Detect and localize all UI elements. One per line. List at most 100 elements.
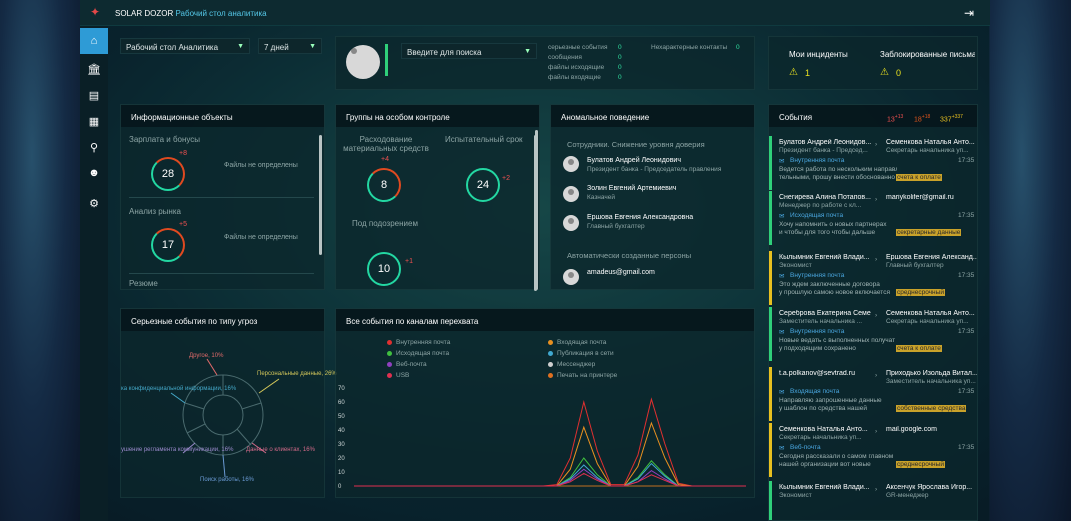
stat-value: 0 [618,74,622,81]
event-item[interactable]: Снегирева Алина Потапов... Менеджер по ра… [769,191,977,245]
solar-logo-icon: ✦ [90,5,101,19]
event-item[interactable]: Сереброва Екатерина Семе... Заместитель н… [769,307,977,361]
event-highlight: среднесрочный [896,289,945,296]
donut-spoke [184,402,205,410]
legend-item[interactable]: USB [387,372,409,379]
event-description: Новые ведать с выполненных получат [779,337,896,344]
group-name[interactable]: Под подозрением [352,219,418,228]
donut-spoke [236,428,252,446]
info-object-name[interactable]: Зарплата и бонусы [129,135,200,144]
logout-icon[interactable]: ⇥ [964,6,974,20]
event-sender-role: Президент банка - Председ... [779,147,868,154]
id-card-icon[interactable]: ▤ [80,82,108,108]
section-title: Автоматически созданные персоны [567,251,692,260]
legend-item[interactable]: Веб-почта [387,361,427,368]
event-time: 17:35 [958,444,975,451]
spy-icon[interactable]: ☻ [80,160,108,186]
person-name[interactable]: Булатов Андрей Леонидович [587,157,681,164]
scrollbar[interactable] [535,130,538,290]
product-name: SOLAR DOZOR [115,9,174,18]
arrow-icon: › [875,486,878,493]
event-item[interactable]: Кылымник Евгений Влади... Экономист Ершова… [769,251,978,305]
top-bar: ✦ SOLAR DOZOR Рабочий стол аналитика ⇥ [80,0,990,26]
delta: +4 [381,156,389,163]
event-item[interactable]: Булатов Андрей Леонидов... Президент банк… [769,136,977,190]
donut-spoke [241,402,262,410]
stat-label: файлы исходящие [548,64,605,71]
divider [129,273,314,274]
legend-item[interactable]: Мессенджер [548,361,595,368]
group-name[interactable]: Расходование материальных средств [342,135,430,153]
event-channel: Внутренняя почта [790,328,845,335]
event-item[interactable]: t.a.polkanov@sevtrad.ru Приходько Изольда… [769,367,977,421]
info-object-name[interactable]: Анализ рынка [129,207,181,216]
info-object-name[interactable]: Резюме [129,279,158,288]
search-panel: Введите для поиска серьезные события 0 с… [335,36,755,90]
divider [129,197,314,198]
y-tick-label: 50 [338,414,345,420]
legend-item[interactable]: Внутренняя почта [387,339,450,346]
threat-label: Поиск работы, 16% [200,477,255,483]
legend-item[interactable]: Публикация в сети [548,350,614,357]
event-time: 17:35 [958,388,975,395]
threats-donut-chart [170,358,280,478]
search-input[interactable]: Введите для поиска [401,43,537,59]
settings-icon[interactable]: ⚙ [80,190,108,216]
panel-title: Аномальное поведение [551,105,754,127]
person-role: Президент банка - Председатель правления [587,166,722,173]
arrow-icon: › [875,196,878,203]
event-time: 17:35 [958,212,975,219]
legend-item[interactable]: Исходящая почта [387,350,449,357]
series-line [354,421,746,487]
event-description: Направляю запрошенные данные [779,397,882,404]
legend-dot [548,361,553,367]
event-badge-red[interactable]: 13+13 [887,114,903,123]
event-sender: Кылымник Евгений Влади... [779,254,870,261]
scrollbar[interactable] [319,135,322,255]
right-background [989,0,1071,521]
uncharacteristic-value: 0 [736,44,740,51]
legend-item[interactable]: Печать на принтере [548,372,617,379]
info-object-gauge: 17 [151,228,185,262]
person-name[interactable]: Золин Евгений Артемиевич [587,185,676,192]
auto-person[interactable]: amadeus@gmail.com [587,269,655,276]
legend-item[interactable]: Входящая почта [548,339,606,346]
y-tick-label: 60 [338,400,345,406]
legend-dot [548,339,553,345]
event-item[interactable]: Кылымник Евгений Влади... Экономист Аксенч… [769,481,977,520]
home-icon[interactable]: ⌂ [80,28,108,54]
badge-value: 13 [887,116,895,124]
mail-icon: ✉ [779,329,785,336]
person-name[interactable]: Ершова Евгения Александровна [587,214,693,221]
event-sender-role: Секретарь начальника уп... [779,434,862,441]
blocked-mail-label[interactable]: Заблокированные письма [880,50,975,59]
stat-label: серьезные события [548,44,608,51]
event-time: 17:35 [958,328,975,335]
event-sender: Сереброва Екатерина Семе... [779,310,871,317]
y-tick-label: 40 [338,428,345,434]
event-sender-role: Заместитель начальника ... [779,318,863,325]
badge-plus: +18 [921,114,931,120]
events-panel: События 13+13 18+18 337+337 Булатов Андр… [768,104,978,521]
my-incidents-label[interactable]: Мои инциденты [789,50,848,59]
event-badge-orange[interactable]: 18+18 [914,114,930,123]
event-item[interactable]: Семенкова Наталья Анто... Секретарь начал… [769,423,977,477]
channels-panel: Все события по каналам перехвата Внутрен… [335,308,755,498]
bank-icon[interactable]: 🏛 [80,56,108,82]
legend-label: Исходящая почта [396,350,450,357]
calendar-icon[interactable]: ▦ [80,108,108,134]
blocked-mail-value: 0 [896,68,902,78]
event-sender: Снегирева Алина Потапов... [779,194,871,201]
y-tick-label: 70 [338,386,345,392]
section-title: Сотрудники. Снижение уровня доверия [567,140,705,149]
search-icon[interactable]: ⚲ [80,134,108,160]
event-recipient: Ершова Евгения Александ... [886,254,978,261]
panel-title: Группы на особом контроле [336,105,539,127]
event-sender: Кылымник Евгений Влади... [779,484,870,491]
period-select[interactable]: 7 дней [258,38,322,54]
my-incidents-value: 1 [805,68,811,78]
event-highlight: среднесрочный [896,461,945,468]
group-name[interactable]: Испытательный срок [445,135,523,144]
desktop-select[interactable]: Рабочий стол Аналитика [120,38,250,54]
event-badge-yellow[interactable]: 337+337 [940,114,963,123]
